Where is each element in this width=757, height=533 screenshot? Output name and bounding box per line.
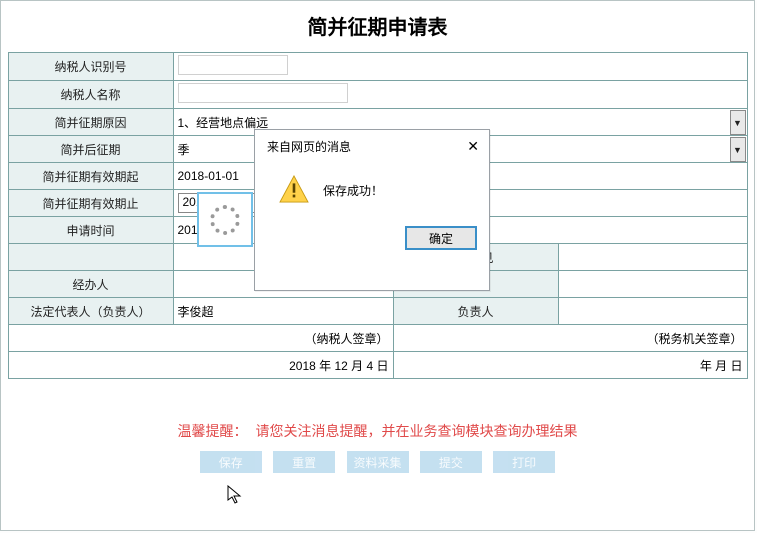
close-icon[interactable]: ✕ [467, 138, 479, 155]
spinner-icon [210, 205, 240, 235]
dialog-message: 保存成功！ [323, 182, 383, 199]
loading-spinner-box [197, 192, 253, 247]
warning-icon [279, 175, 309, 206]
modal-overlay: 来自网页的消息 ✕ 保存成功！ 确定 [1, 1, 754, 530]
app-container: 简并征期申请表 纳税人识别号 纳税人名称 简并征期原因 1、经营地点偏远 ▼ 简… [0, 0, 755, 531]
message-dialog: 来自网页的消息 ✕ 保存成功！ 确定 [254, 129, 490, 291]
ok-button[interactable]: 确定 [405, 226, 477, 250]
dialog-title: 来自网页的消息 [267, 138, 351, 155]
